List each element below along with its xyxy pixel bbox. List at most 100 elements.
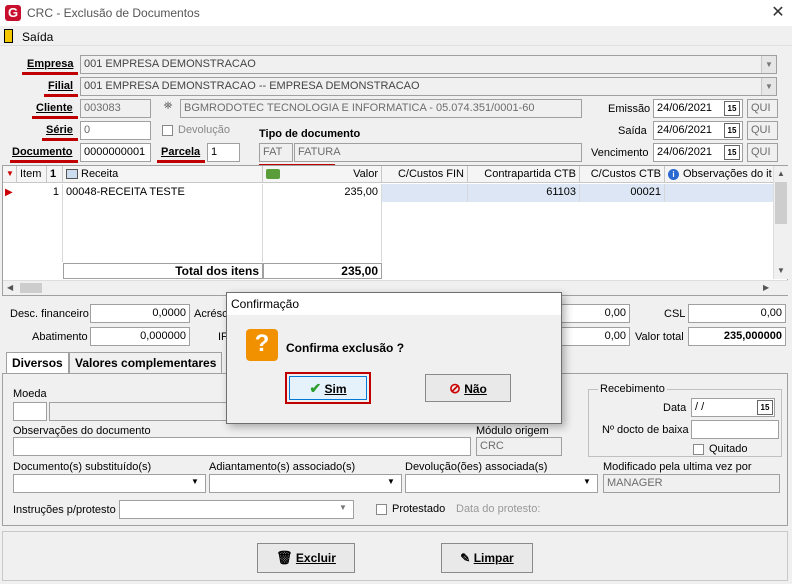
question-icon: ? (246, 329, 278, 361)
money-icon (266, 169, 280, 179)
documento-field[interactable]: 0000000001 (80, 143, 151, 162)
instrucoes-select[interactable] (119, 500, 354, 519)
scroll-left-icon[interactable]: ◀ (7, 283, 13, 292)
chevron-down-icon[interactable]: ▼ (761, 78, 776, 95)
label-empresa: Empresa (27, 58, 74, 70)
excluir-button[interactable]: 🗑 Excluir (257, 543, 355, 573)
empresa-select[interactable]: 001 EMPRESA DEMONSTRACAO (80, 55, 777, 74)
cell-ccustos-fin[interactable] (382, 184, 468, 202)
window-title: CRC - Exclusão de Documentos (27, 6, 200, 20)
scroll-thumb[interactable] (775, 182, 787, 224)
label-adiantamentos: Adiantamento(s) associado(s) (209, 461, 356, 473)
cliente-name-field: BGMRODOTEC TECNOLOGIA E INFORMATICA - 05… (180, 99, 582, 118)
devolucao-checkbox[interactable] (162, 125, 173, 136)
vertical-scrollbar[interactable]: ▲ ▼ (773, 166, 788, 279)
quitado-checkbox[interactable] (693, 444, 704, 455)
label-serie: Série (46, 124, 73, 136)
nao-label: Não (464, 382, 487, 396)
label-moeda: Moeda (13, 388, 47, 400)
calendar-icon[interactable]: 15 (724, 145, 740, 160)
label-emissao: Emissão (608, 103, 651, 115)
highlight-underline (42, 138, 78, 141)
label-data: Data (663, 402, 687, 414)
total-mid-field-2[interactable]: 0,00 (560, 327, 630, 346)
chevron-down-icon[interactable]: ▼ (583, 477, 591, 486)
total-mid-field-1[interactable]: 0,00 (560, 304, 630, 323)
parcela-field[interactable]: 1 (207, 143, 240, 162)
exit-door-icon[interactable] (4, 29, 13, 43)
chevron-down-icon[interactable]: ▼ (761, 56, 776, 73)
chevron-down-icon[interactable]: ▼ (339, 503, 347, 512)
cell-item[interactable]: 1 (17, 184, 63, 202)
label-desc-financeiro: Desc. financeiro (10, 308, 89, 320)
cell-ccustos-ctb[interactable]: 00021 (580, 184, 665, 202)
grid-divider (381, 202, 382, 262)
edit-icon (66, 169, 78, 179)
grid-header-valor[interactable]: Valor (263, 166, 382, 183)
cliente-code-field[interactable]: 003083 (80, 99, 151, 118)
abatimento-field[interactable]: 0,000000 (90, 327, 190, 346)
observacoes-field[interactable] (13, 437, 471, 456)
scroll-right-icon[interactable]: ▶ (763, 283, 769, 292)
calendar-icon[interactable]: 15 (724, 123, 740, 138)
csl-field[interactable]: 0,00 (688, 304, 786, 323)
n-docto-baixa-field[interactable] (691, 420, 779, 439)
scroll-up-icon[interactable]: ▲ (777, 169, 785, 178)
tipo-code-field[interactable]: FAT (259, 143, 293, 162)
calendar-icon[interactable]: 15 (724, 101, 740, 116)
adiantamentos-select[interactable] (209, 474, 402, 493)
tab-valores-complementares[interactable]: Valores complementares (69, 352, 223, 374)
label-saida: Saída (618, 125, 647, 137)
trash-icon: 🗑 (276, 550, 293, 565)
scroll-thumb[interactable] (20, 283, 42, 293)
label-csl: CSL (664, 308, 686, 320)
binoculars-icon[interactable]: ⛯ (158, 100, 178, 118)
sim-button[interactable]: ✔ Sim (289, 376, 367, 400)
cell-valor[interactable]: 235,00 (263, 184, 382, 202)
row-pointer-icon: ▶ (5, 187, 13, 198)
calendar-icon[interactable]: 15 (757, 400, 773, 415)
label-observacoes: Observações do documento (13, 425, 151, 437)
grid-header-item[interactable]: Item (17, 166, 47, 183)
label-modulo-origem: Módulo origem (476, 425, 549, 437)
label-quitado: Quitado (709, 443, 748, 455)
protestado-checkbox[interactable] (376, 504, 387, 515)
chevron-down-icon[interactable]: ▼ (191, 477, 199, 486)
devolucoes-select[interactable] (405, 474, 598, 493)
grid-header-contrapartida[interactable]: Contrapartida CTB (468, 166, 580, 183)
grid-header-receita[interactable]: Receita (63, 166, 263, 183)
label-devolucoes: Devolução(ões) associada(s) (405, 461, 548, 473)
dialog-message: Confirma exclusão ? (286, 341, 405, 355)
items-grid[interactable]: ▼ Item 1 Receita Valor C/Custos FIN Cont… (2, 165, 788, 296)
confirmation-dialog: Confirmação ? Confirma exclusão ? ✔ Sim … (226, 292, 562, 424)
menu-bar (0, 26, 792, 46)
tab-diversos[interactable]: Diversos (6, 352, 69, 374)
filial-select[interactable]: 001 EMPRESA DEMONSTRACAO -- EMPRESA DEMO… (80, 77, 777, 96)
menu-item-saida[interactable]: Saída (22, 30, 53, 44)
nao-button[interactable]: ⊘ Não (425, 374, 511, 402)
grid-header-ccustos-ctb[interactable]: C/Custos CTB (580, 166, 665, 183)
grid-header-observacoes[interactable]: Observações do it (665, 166, 775, 183)
desc-financeiro-field[interactable]: 0,0000 (90, 304, 190, 323)
broom-icon: ✎ (460, 551, 471, 565)
modulo-origem-field: CRC (476, 437, 562, 456)
label-vencimento: Vencimento (591, 147, 649, 159)
moeda-code-field[interactable] (13, 402, 47, 421)
label-tipo-documento: Tipo de documento (259, 128, 361, 140)
cell-receita[interactable]: 00048-RECEITA TESTE (63, 184, 263, 202)
emissao-weekday: QUI (747, 99, 778, 118)
cell-observacoes[interactable] (665, 184, 775, 202)
doc-substituidos-select[interactable] (13, 474, 206, 493)
close-icon[interactable]: ✕ (768, 3, 788, 23)
serie-field[interactable]: 0 (80, 121, 151, 140)
grid-header-ccustos-fin[interactable]: C/Custos FIN (382, 166, 468, 183)
highlight-underline (32, 116, 78, 119)
cell-contrapartida[interactable]: 61103 (468, 184, 580, 202)
label-parcela: Parcela (161, 146, 201, 158)
chevron-down-icon[interactable]: ▼ (387, 477, 395, 486)
label-filial: Filial (48, 80, 74, 92)
label-doc-substituidos: Documento(s) substituído(s) (13, 461, 152, 473)
limpar-button[interactable]: ✎ Limpar (441, 543, 533, 573)
scroll-down-icon[interactable]: ▼ (777, 266, 785, 275)
label-recebimento: Recebimento (598, 383, 667, 395)
